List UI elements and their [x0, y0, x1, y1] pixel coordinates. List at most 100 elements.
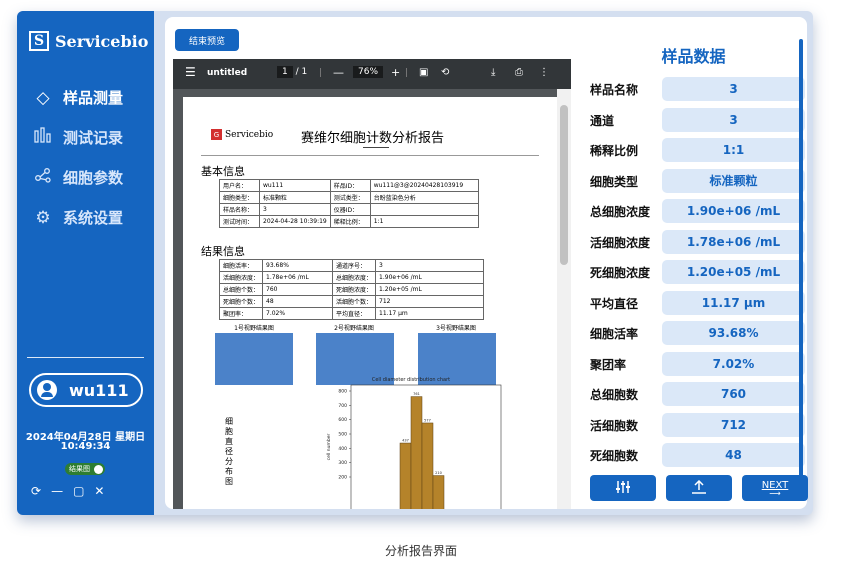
result-row: 总细胞个数： 760 死细胞浓度： 1.20e+05 /mL	[218, 283, 485, 296]
diameter-distribution-chart: Cell diameter distribution chart cell nu…	[326, 377, 502, 509]
bar-value-label: 210	[435, 471, 442, 475]
nav-cell-params[interactable]: 细胞参数	[33, 167, 123, 188]
zoom-in-icon[interactable]: +	[391, 66, 400, 79]
fit-page-icon[interactable]: ▣	[419, 67, 428, 78]
result-cell: 平均直径：	[332, 307, 377, 320]
page-input[interactable]: 1	[277, 66, 293, 78]
pdf-scrollbar[interactable]	[557, 89, 571, 509]
basic-cell: 测试类型：	[329, 191, 371, 204]
row-label: 稀释比例	[590, 144, 639, 158]
result-row: 活细胞浓度： 1.78e+06 /mL 总细胞浓度： 1.90e+06 /mL	[218, 271, 485, 284]
panel-title: 样品数据	[661, 47, 726, 66]
row-value: 1.78e+06 /mL	[662, 229, 805, 254]
zoom-input[interactable]: 76%	[353, 66, 384, 78]
minimize-icon[interactable]: —	[51, 484, 63, 498]
export-button[interactable]	[666, 475, 732, 501]
nav-label: 系统设置	[63, 209, 124, 227]
panel-scrollbar[interactable]	[799, 39, 803, 485]
print-icon[interactable]: ⎙	[515, 67, 523, 78]
user-avatar-icon	[37, 380, 57, 400]
result-info-table: 细胞活率： 93.68% 通道序号： 3 活细胞浓度： 1.78e+06 /mL 总细胞浓度…	[218, 259, 485, 320]
bar-value-label: 437	[402, 439, 409, 443]
adjust-button[interactable]	[590, 475, 656, 501]
sample-data-row: 稀释比例 1:1	[590, 138, 805, 162]
row-label: 活细胞数	[590, 418, 639, 433]
basic-cell: 3	[259, 203, 331, 216]
nav-test-records[interactable]: 测试记录	[33, 127, 123, 148]
nav-label: 细胞参数	[63, 169, 124, 187]
current-time: 10:49:34	[60, 441, 111, 452]
y-tick-label: 600	[338, 417, 347, 423]
chart-yticks: 200 300 400 500 600 700 800	[338, 389, 351, 481]
report-page: G Servicebio 赛维尔细胞计数分析报告 基本信息 用户名： wu111 样…	[183, 97, 557, 509]
sample-data-row: 活细胞数 712	[590, 412, 805, 437]
result-cell: 活细胞浓度：	[218, 271, 264, 284]
chart-title: Cell diameter distribution chart	[372, 377, 450, 383]
nav-system-settings[interactable]: ⚙ 系统设置	[33, 207, 123, 228]
basic-row: 样品名称： 3 仪器ID：	[219, 203, 479, 216]
sample-data-row: 死细胞浓度 1.20e+05 /mL	[590, 260, 805, 284]
close-icon[interactable]: ✕	[94, 484, 104, 498]
sample-data-row: 通道 3	[590, 107, 805, 132]
download-icon[interactable]: ⤓	[491, 67, 495, 78]
page-total: / 1	[295, 67, 308, 77]
result-image-toggle[interactable]: 结果图	[65, 463, 105, 475]
sample-data-row: 平均直径 11.17 μm	[590, 290, 805, 315]
row-label: 通道	[590, 113, 615, 128]
nav-label: 测试记录	[63, 129, 124, 147]
chart-bar	[421, 422, 434, 509]
nav-label: 样品测量	[63, 89, 124, 107]
basic-cell: 测试时间：	[219, 215, 260, 228]
basic-cell: 用户名：	[219, 179, 260, 192]
result-cell: 活细胞个数：	[332, 295, 377, 308]
menu-icon[interactable]: ☰	[185, 65, 196, 79]
row-value: 48	[662, 443, 805, 467]
chart-ylabel: cell number	[326, 433, 332, 460]
user-button[interactable]: wu111	[29, 373, 143, 407]
row-value: 3	[662, 77, 805, 101]
chart-bar	[399, 442, 412, 509]
toolbar-separator: |	[405, 68, 409, 78]
result-cell: 1.20e+05 /mL	[375, 283, 485, 296]
result-cell: 7.02%	[262, 307, 334, 320]
diamond-icon: ◇	[36, 87, 50, 108]
basic-cell: 仪器ID：	[329, 203, 371, 216]
sample-data-row: 总细胞数 760	[590, 382, 805, 406]
next-button[interactable]: NEXT ⟶	[742, 475, 808, 501]
basic-cell	[369, 203, 479, 216]
refresh-icon[interactable]: ⟳	[31, 484, 41, 498]
sample-data-panel: 样品数据 样品名称 3 通道 3 稀释比例 1:1 细胞类型 标准颗粒 总细胞浓度 1.90e+0…	[580, 17, 808, 509]
nav-sample-measure[interactable]: ◇ 样品测量	[33, 87, 123, 108]
brand-name: Servicebio	[55, 31, 149, 51]
basic-cell: 稀释比例：	[329, 215, 371, 228]
result-row: 死细胞个数： 48 活细胞个数： 712	[218, 295, 485, 308]
maximize-icon[interactable]: ▢	[73, 484, 84, 498]
report-title: 赛维尔细胞计数分析报告	[301, 131, 445, 146]
page-indicator: 1 / 1	[277, 66, 308, 78]
more-options-icon[interactable]: ⋮	[539, 67, 549, 78]
report-header-rule	[201, 155, 539, 156]
basic-cell: 标准颗粒	[259, 191, 331, 204]
result-cell: 11.17 μm	[375, 307, 485, 320]
result-cell: 死细胞个数：	[218, 295, 264, 308]
result-info-heading: 结果信息	[201, 245, 245, 258]
figure-caption: 分析报告界面	[384, 544, 457, 558]
scroll-thumb[interactable]	[560, 105, 568, 265]
title-underline	[363, 147, 389, 148]
basic-info-heading: 基本信息	[201, 165, 245, 178]
sample-data-row: 聚团率 7.02%	[590, 351, 805, 376]
result-cell: 死细胞浓度：	[332, 283, 377, 296]
zoom-out-icon[interactable]: —	[333, 66, 344, 79]
sidebar: S Servicebio ◇ 样品测量 测试记录 细胞参数 ⚙ 系统设置 wu1…	[17, 11, 154, 515]
window-controls: ⟳ — ▢ ✕	[31, 484, 104, 498]
rotate-icon[interactable]: ⟲	[441, 67, 449, 78]
basic-cell: wu111	[259, 179, 331, 192]
brand: S Servicebio	[29, 31, 148, 51]
result-cell: 总细胞个数：	[218, 283, 264, 296]
end-preview-button[interactable]: 结束预览	[175, 29, 239, 51]
pdf-toolbar: ☰ untitled 1 / 1 | — 76% + | ▣ ⟲ ⤓ ⎙ ⋮	[173, 59, 571, 89]
basic-cell: 1:1	[369, 215, 479, 228]
toggle-knob	[94, 464, 103, 474]
bar-chart-icon	[33, 127, 53, 148]
report-brand: G Servicebio	[211, 129, 273, 140]
